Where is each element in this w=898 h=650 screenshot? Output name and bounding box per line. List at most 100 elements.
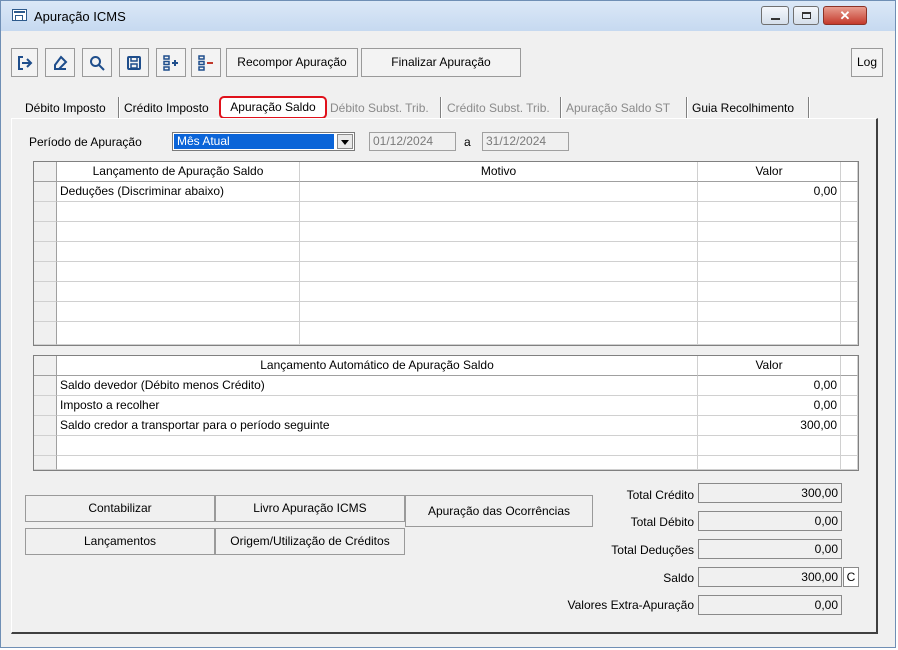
tab-credito-subst-trib[interactable]: Crédito Subst. Trib. <box>447 98 550 118</box>
tab-separator <box>560 97 562 119</box>
title-bar[interactable]: Apuração ICMS ✕ <box>1 1 895 31</box>
table-cell[interactable] <box>698 222 841 242</box>
table-cell-valor[interactable]: 0,00 <box>698 376 841 396</box>
table-cell[interactable] <box>300 322 698 345</box>
row-header[interactable] <box>34 436 57 456</box>
tab-apuracao-saldo-st[interactable]: Apuração Saldo ST <box>566 98 670 118</box>
table-cell-filler <box>841 376 858 396</box>
tab-separator <box>686 97 688 119</box>
clear-button[interactable] <box>45 48 75 77</box>
save-button[interactable] <box>119 48 149 77</box>
total-deducoes-value: 0,00 <box>698 539 842 559</box>
tab-debito-imposto[interactable]: Débito Imposto <box>25 98 106 118</box>
table-cell-lancamento[interactable]: Deduções (Discriminar abaixo) <box>57 182 300 202</box>
lancamentos-button[interactable]: Lançamentos <box>25 528 215 555</box>
table-cell[interactable] <box>57 436 698 456</box>
row-header <box>34 162 57 182</box>
eraser-icon <box>54 54 68 70</box>
close-button[interactable]: ✕ <box>823 6 867 25</box>
row-header[interactable] <box>34 182 57 202</box>
column-header-motivo[interactable]: Motivo <box>300 162 698 182</box>
column-header-valor[interactable]: Valor <box>698 356 841 376</box>
log-button[interactable]: Log <box>851 48 883 77</box>
window-title: Apuração ICMS <box>34 9 126 24</box>
maximize-button[interactable] <box>793 6 819 25</box>
search-button[interactable] <box>82 48 112 77</box>
apuracao-saldo-grid[interactable]: Lançamento de Apuração Saldo Motivo Valo… <box>33 161 859 346</box>
table-cell[interactable] <box>57 322 300 345</box>
apuracao-automatica-grid[interactable]: Lançamento Automático de Apuração Saldo … <box>33 355 859 471</box>
table-cell[interactable] <box>300 242 698 262</box>
column-header-lancamento[interactable]: Lançamento de Apuração Saldo <box>57 162 300 182</box>
table-cell[interactable] <box>300 262 698 282</box>
remove-row-button[interactable] <box>191 48 221 77</box>
table-cell[interactable] <box>57 302 300 322</box>
table-cell-filler <box>841 456 858 470</box>
tab-debito-subst-trib[interactable]: Débito Subst. Trib. <box>330 98 429 118</box>
livro-apuracao-button[interactable]: Livro Apuração ICMS <box>215 495 405 522</box>
valores-extra-apuracao-value: 0,00 <box>698 595 842 615</box>
add-row-button[interactable] <box>156 48 186 77</box>
table-cell[interactable] <box>698 302 841 322</box>
table-cell-valor[interactable]: 300,00 <box>698 416 841 436</box>
table-cell[interactable] <box>300 202 698 222</box>
table-cell-valor[interactable]: 0,00 <box>698 182 841 202</box>
minimize-button[interactable] <box>761 6 789 25</box>
table-cell[interactable] <box>57 282 300 302</box>
exit-button[interactable] <box>11 48 38 77</box>
total-deducoes-label: Total Deduções <box>611 543 694 557</box>
row-header[interactable] <box>34 322 57 345</box>
table-cell[interactable] <box>57 242 300 262</box>
table-cell-filler <box>841 396 858 416</box>
table-cell[interactable] <box>300 302 698 322</box>
column-header-valor[interactable]: Valor <box>698 162 841 182</box>
row-header[interactable] <box>34 416 57 436</box>
row-header[interactable] <box>34 302 57 322</box>
row-header[interactable] <box>34 456 57 470</box>
table-cell[interactable] <box>698 282 841 302</box>
row-header <box>34 356 57 376</box>
row-header[interactable] <box>34 202 57 222</box>
table-cell[interactable] <box>57 456 698 470</box>
table-cell[interactable] <box>698 456 841 470</box>
column-header-lancamento-automatico[interactable]: Lançamento Automático de Apuração Saldo <box>57 356 698 376</box>
tab-credito-imposto[interactable]: Crédito Imposto <box>124 98 209 118</box>
table-cell[interactable] <box>57 222 300 242</box>
table-cell[interactable] <box>698 242 841 262</box>
table-cell[interactable] <box>300 222 698 242</box>
contabilizar-button[interactable]: Contabilizar <box>25 495 215 522</box>
table-cell-lancamento[interactable]: Saldo credor a transportar para o períod… <box>57 416 698 436</box>
tab-guia-recolhimento[interactable]: Guia Recolhimento <box>692 98 794 118</box>
total-credito-label: Total Crédito <box>626 488 694 502</box>
row-header[interactable] <box>34 376 57 396</box>
table-cell-lancamento[interactable]: Imposto a recolher <box>57 396 698 416</box>
tab-apuracao-saldo[interactable]: Apuração Saldo <box>219 96 327 119</box>
table-cell[interactable] <box>57 262 300 282</box>
recompor-apuracao-button[interactable]: Recompor Apuração <box>226 48 358 77</box>
periodo-select[interactable]: Mês Atual <box>172 132 355 151</box>
table-cell-motivo[interactable] <box>300 182 698 202</box>
table-cell[interactable] <box>57 202 300 222</box>
total-credito-value: 300,00 <box>698 483 842 503</box>
table-cell-filler <box>841 202 858 222</box>
row-header[interactable] <box>34 396 57 416</box>
table-cell[interactable] <box>698 202 841 222</box>
row-header[interactable] <box>34 262 57 282</box>
row-header[interactable] <box>34 222 57 242</box>
remove-row-icon <box>198 54 213 71</box>
finalizar-apuracao-button[interactable]: Finalizar Apuração <box>361 48 521 77</box>
origem-utilizacao-creditos-button[interactable]: Origem/Utilização de Créditos <box>215 528 405 555</box>
periodo-end-field[interactable]: 31/12/2024 <box>482 132 569 151</box>
row-header[interactable] <box>34 242 57 262</box>
column-header-filler <box>841 162 858 182</box>
chevron-down-icon[interactable] <box>337 134 353 149</box>
table-cell-lancamento[interactable]: Saldo devedor (Débito menos Crédito) <box>57 376 698 396</box>
periodo-start-field[interactable]: 01/12/2024 <box>369 132 456 151</box>
table-cell[interactable] <box>698 436 841 456</box>
table-cell[interactable] <box>698 322 841 345</box>
table-cell-filler <box>841 436 858 456</box>
table-cell-valor[interactable]: 0,00 <box>698 396 841 416</box>
table-cell[interactable] <box>698 262 841 282</box>
table-cell[interactable] <box>300 282 698 302</box>
row-header[interactable] <box>34 282 57 302</box>
